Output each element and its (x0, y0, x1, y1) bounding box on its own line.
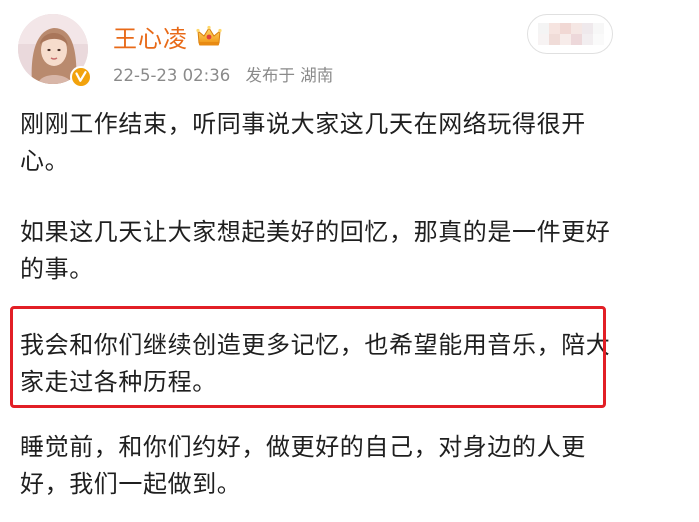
post-paragraph: 如果这几天让大家想起美好的回忆，那真的是一件更好的事。 (20, 218, 611, 283)
username[interactable]: 王心凌 (113, 19, 188, 54)
verified-icon (70, 66, 92, 88)
post-header: 王心凌 22-5-23 02:36 发布于 湖南 (0, 0, 699, 100)
blurred-button-label (538, 23, 604, 45)
post-paragraph: 刚刚工作结束，听同事说大家这几天在网络玩得很开心。 (20, 110, 586, 175)
follow-button[interactable] (527, 14, 613, 54)
username-row: 王心凌 (113, 19, 222, 54)
highlight-annotation-box (10, 306, 606, 408)
crown-icon (196, 25, 222, 46)
post-date: 22-5-23 02:36 (113, 66, 231, 85)
avatar-container[interactable] (18, 14, 92, 88)
post-paragraph: 睡觉前，和你们约好，做更好的自己，对身边的人更好，我们一起做到。 (20, 433, 586, 498)
post-meta: 22-5-23 02:36 发布于 湖南 (113, 62, 333, 86)
post-location: 发布于 湖南 (245, 66, 334, 85)
